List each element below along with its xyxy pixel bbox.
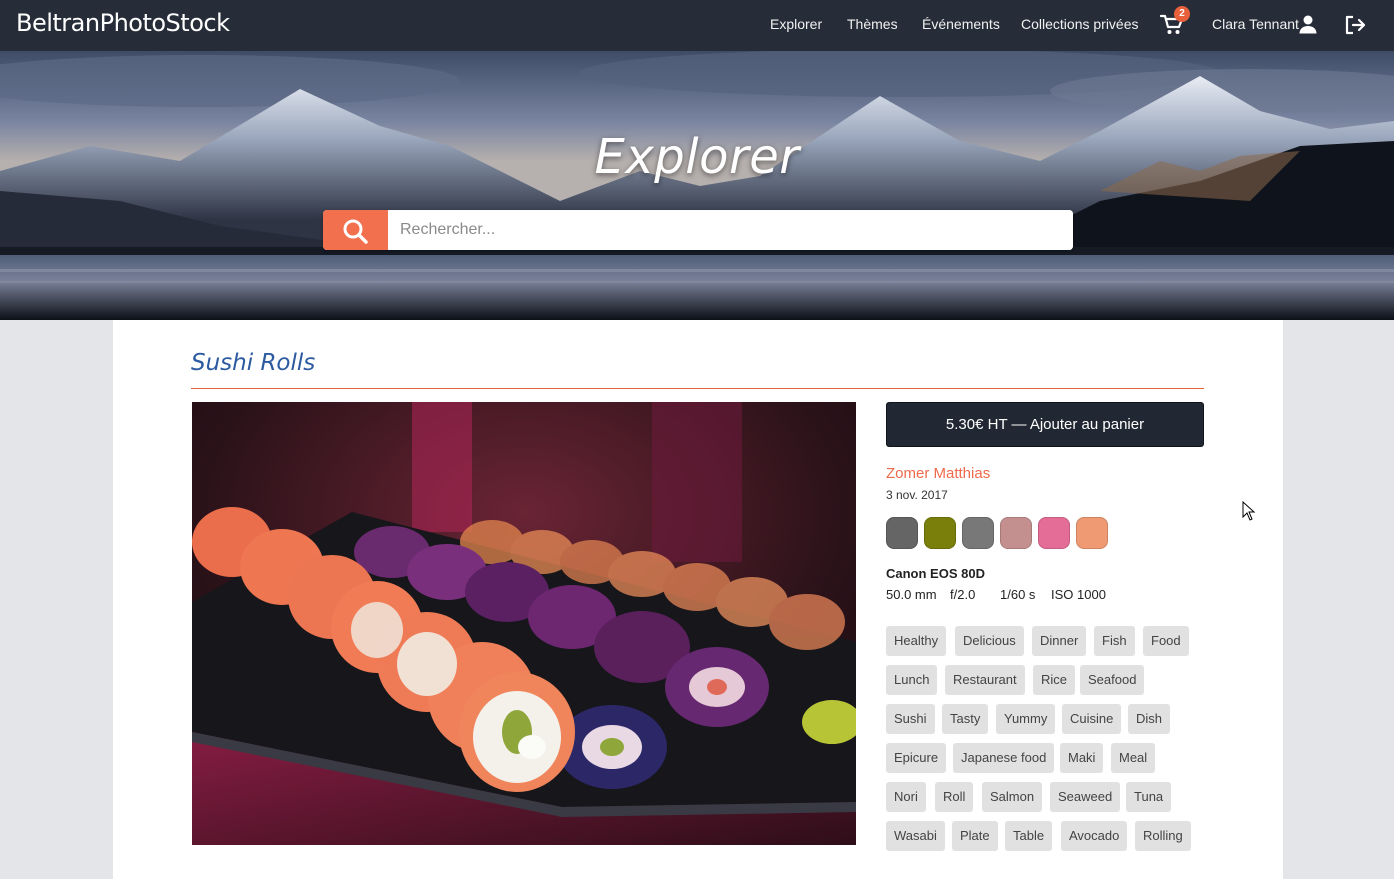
hero-title: Explorer xyxy=(594,129,800,185)
tag-chip[interactable]: Lunch xyxy=(886,665,938,695)
tag-chip[interactable]: Salmon xyxy=(982,782,1043,812)
tag-chip[interactable]: Japanese food xyxy=(953,743,1055,773)
mouse-cursor-icon xyxy=(1242,501,1256,521)
tag-chip[interactable]: Sushi xyxy=(886,704,935,734)
tag-chip[interactable]: Tasty xyxy=(942,704,989,734)
tag-chip[interactable]: Epicure xyxy=(886,743,947,773)
nav-link-explorer[interactable]: Explorer xyxy=(770,16,822,32)
tag-chip[interactable]: Delicious xyxy=(955,626,1024,656)
color-swatch[interactable] xyxy=(924,517,956,549)
cart-count-badge: 2 xyxy=(1174,6,1190,22)
camera-model: Canon EOS 80D xyxy=(886,566,985,581)
tag-chip[interactable]: Dinner xyxy=(1032,626,1087,656)
tag-chip[interactable]: Food xyxy=(1143,626,1189,656)
tag-chip[interactable]: Avocado xyxy=(1061,821,1128,851)
top-navbar: BeltranPhotoStock Explorer Thèmes Événem… xyxy=(0,0,1394,51)
exif-iso: ISO 1000 xyxy=(1051,587,1106,602)
color-swatch[interactable] xyxy=(1076,517,1108,549)
color-swatch[interactable] xyxy=(1038,517,1070,549)
tag-chip[interactable]: Roll xyxy=(935,782,974,812)
tag-chip[interactable]: Cuisine xyxy=(1062,704,1122,734)
search-icon xyxy=(343,219,368,244)
search-button[interactable] xyxy=(323,210,388,250)
tag-chip[interactable]: Restaurant xyxy=(945,665,1025,695)
tag-chip[interactable]: Dish xyxy=(1128,704,1171,734)
tag-chip[interactable]: Seafood xyxy=(1080,665,1145,695)
sushi-photo xyxy=(192,402,856,845)
exif-shutter-speed: 1/60 s xyxy=(1000,587,1036,602)
color-swatch[interactable] xyxy=(1000,517,1032,549)
tag-chip[interactable]: Rice xyxy=(1033,665,1076,695)
tag-chip[interactable]: Fish xyxy=(1094,626,1135,656)
search-bar xyxy=(323,210,1073,250)
tag-chip[interactable]: Maki xyxy=(1060,743,1104,773)
title-divider xyxy=(191,388,1204,389)
tag-chip[interactable]: Table xyxy=(1005,821,1053,851)
logout-icon[interactable] xyxy=(1344,14,1366,36)
tag-chip[interactable]: Rolling xyxy=(1135,821,1191,851)
tag-chip[interactable]: Nori xyxy=(886,782,926,812)
tag-chip[interactable]: Tuna xyxy=(1126,782,1172,812)
photo-detail-panel: Sushi Rolls 5.30€ HT — Ajouter au panier… xyxy=(113,320,1283,879)
tag-chip[interactable]: Yummy xyxy=(996,704,1056,734)
search-input[interactable] xyxy=(388,210,1073,250)
hero-banner: Explorer xyxy=(0,51,1394,320)
author-link[interactable]: Zomer Matthias xyxy=(886,465,990,482)
color-swatch[interactable] xyxy=(962,517,994,549)
nav-link-private-collections[interactable]: Collections privées xyxy=(1021,16,1139,32)
tag-chip[interactable]: Seaweed xyxy=(1050,782,1121,812)
photo-image[interactable] xyxy=(192,402,856,845)
brand-logo[interactable]: BeltranPhotoStock xyxy=(16,9,230,37)
mountain-landscape-image xyxy=(0,51,1394,320)
photo-title: Sushi Rolls xyxy=(191,350,316,376)
add-to-cart-button[interactable]: 5.30€ HT — Ajouter au panier xyxy=(886,402,1204,447)
user-name[interactable]: Clara Tennant xyxy=(1212,16,1299,32)
nav-link-events[interactable]: Événements xyxy=(922,16,1000,32)
exif-focal-length: 50.0 mm xyxy=(886,587,937,602)
tag-chip[interactable]: Plate xyxy=(952,821,998,851)
exif-aperture: f/2.0 xyxy=(950,587,976,602)
nav-link-themes[interactable]: Thèmes xyxy=(847,16,898,32)
tag-chip[interactable]: Healthy xyxy=(886,626,947,656)
photo-date: 3 nov. 2017 xyxy=(886,488,948,502)
tag-chip[interactable]: Meal xyxy=(1111,743,1156,773)
user-icon[interactable] xyxy=(1298,14,1318,34)
tag-chip[interactable]: Wasabi xyxy=(886,821,945,851)
color-swatch[interactable] xyxy=(886,517,918,549)
